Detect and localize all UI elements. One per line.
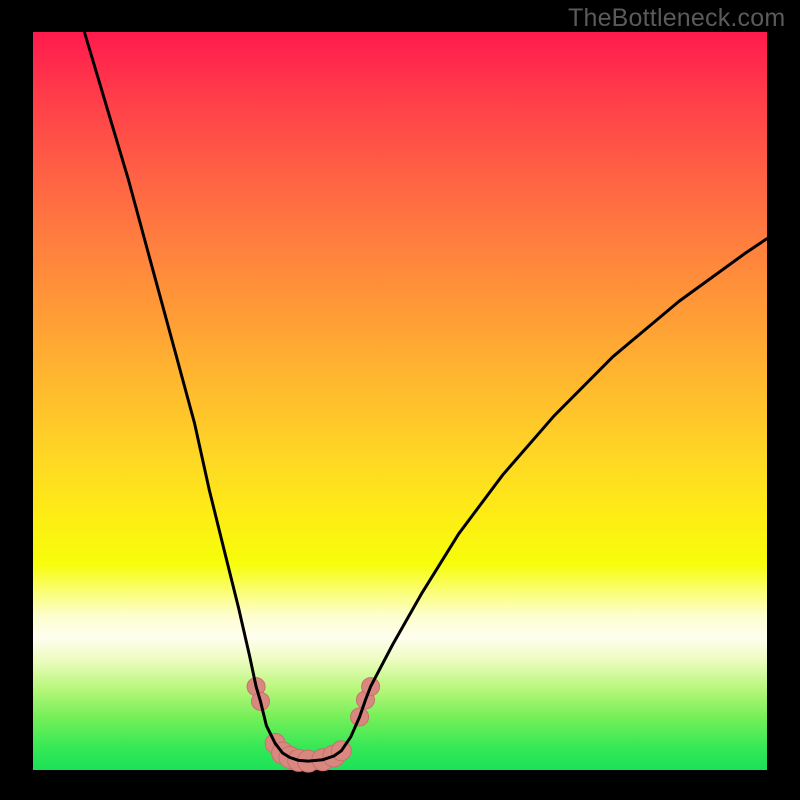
curve-layer <box>0 0 800 800</box>
chart-root: { "watermark": { "text": "TheBottleneck.… <box>0 0 800 800</box>
watermark-text: TheBottleneck.com <box>568 4 785 33</box>
bottleneck-curve <box>84 32 767 761</box>
